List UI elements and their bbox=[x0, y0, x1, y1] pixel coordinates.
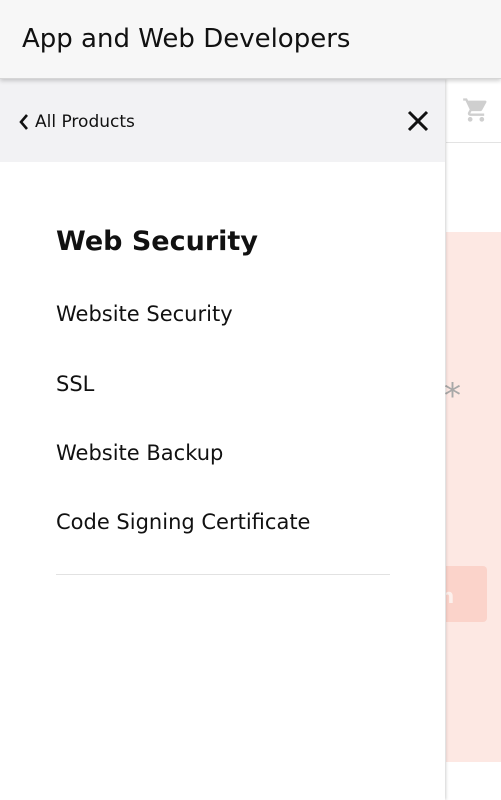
menu-item-code-signing-certificate[interactable]: Code Signing Certificate bbox=[56, 510, 310, 534]
drawer-divider bbox=[56, 574, 390, 575]
promo-button-label: n bbox=[446, 584, 455, 608]
close-icon bbox=[407, 110, 429, 132]
chevron-left-icon bbox=[19, 114, 28, 130]
drawer-header: All Products bbox=[0, 79, 445, 162]
cart-icon[interactable] bbox=[462, 96, 490, 124]
top-app-bar: App and Web Developers bbox=[0, 0, 501, 79]
section-title: Web Security bbox=[56, 226, 258, 257]
promo-banner bbox=[446, 232, 501, 762]
menu-item-ssl[interactable]: SSL bbox=[56, 372, 94, 396]
promo-button[interactable]: n bbox=[446, 566, 487, 622]
background-divider bbox=[446, 142, 501, 143]
navigation-drawer: All Products Web Security Website Securi… bbox=[0, 79, 445, 800]
close-button[interactable] bbox=[405, 108, 431, 134]
app-bar-title: App and Web Developers bbox=[22, 24, 351, 54]
promo-asterisk: * bbox=[444, 376, 461, 416]
menu-item-website-security[interactable]: Website Security bbox=[56, 302, 233, 326]
back-to-all-products-link[interactable]: All Products bbox=[18, 110, 135, 134]
back-label: All Products bbox=[35, 112, 135, 132]
menu-item-website-backup[interactable]: Website Backup bbox=[56, 441, 223, 465]
